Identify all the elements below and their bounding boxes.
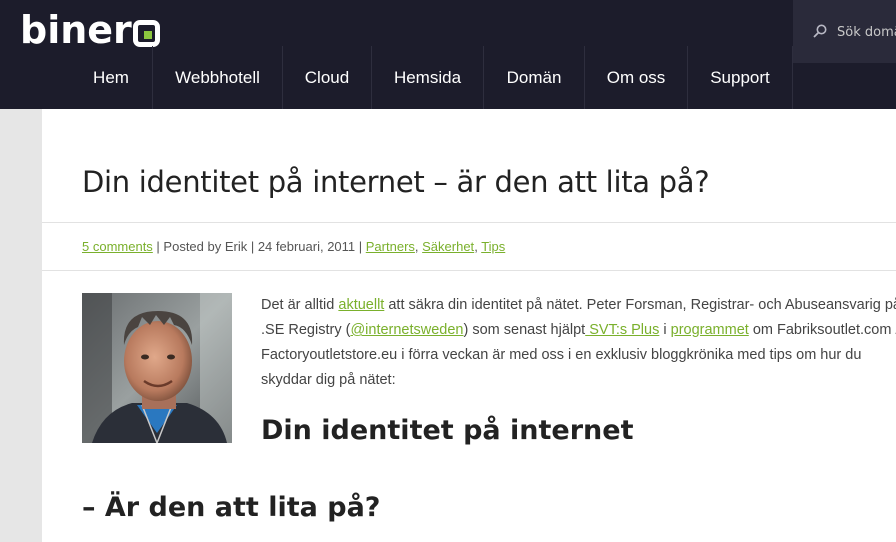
nav-item-support[interactable]: Support xyxy=(687,46,793,109)
nav-item-hemsida[interactable]: Hemsida xyxy=(371,46,483,109)
post-title: Din identitet på internet – är den att l… xyxy=(82,165,710,199)
subheading-1: Din identitet på internet xyxy=(261,415,634,446)
meta-author-date: | Posted by Erik | 24 februari, 2011 | xyxy=(152,239,366,254)
main-nav: Hem Webbhotell Cloud Hemsida Domän Om os… xyxy=(70,46,793,109)
link-svt-plus[interactable]: SVT:s Plus xyxy=(585,322,659,338)
logo-mark-icon xyxy=(132,19,160,47)
intro-text: ) som senast hjälpt xyxy=(463,322,586,338)
nav-item-doman[interactable]: Domän xyxy=(483,46,584,109)
link-internetsweden[interactable]: @internetsweden xyxy=(350,322,463,338)
divider xyxy=(42,222,896,223)
nav-item-hem[interactable]: Hem xyxy=(70,46,152,109)
link-aktuellt[interactable]: aktuellt xyxy=(338,297,384,313)
category-link-sakerhet[interactable]: Säkerhet xyxy=(422,239,474,254)
intro-text: Det är alltid xyxy=(261,297,339,313)
link-programmet[interactable]: programmet xyxy=(671,322,749,338)
category-link-partners[interactable]: Partners xyxy=(366,239,415,254)
author-photo xyxy=(82,293,232,443)
subheading-2: – Är den att lita på? xyxy=(82,492,381,523)
post-meta: 5 comments | Posted by Erik | 24 februar… xyxy=(82,239,505,254)
search-input[interactable] xyxy=(837,20,896,44)
search-box xyxy=(793,0,896,63)
search-icon[interactable] xyxy=(813,24,827,38)
site-header: biner Hem Webbhotell Cloud Hemsida Domän… xyxy=(0,0,896,109)
comments-link[interactable]: 5 comments xyxy=(82,239,153,254)
category-link-tips[interactable]: Tips xyxy=(481,239,505,254)
post-intro: Det är alltid aktuellt att säkra din ide… xyxy=(261,293,896,393)
nav-item-webbhotell[interactable]: Webbhotell xyxy=(152,46,282,109)
binero-logo[interactable]: biner xyxy=(20,10,160,50)
post-content: Din identitet på internet – är den att l… xyxy=(42,109,896,542)
intro-text: i xyxy=(659,322,671,338)
nav-item-cloud[interactable]: Cloud xyxy=(282,46,371,109)
divider xyxy=(42,270,896,271)
nav-item-om-oss[interactable]: Om oss xyxy=(584,46,687,109)
